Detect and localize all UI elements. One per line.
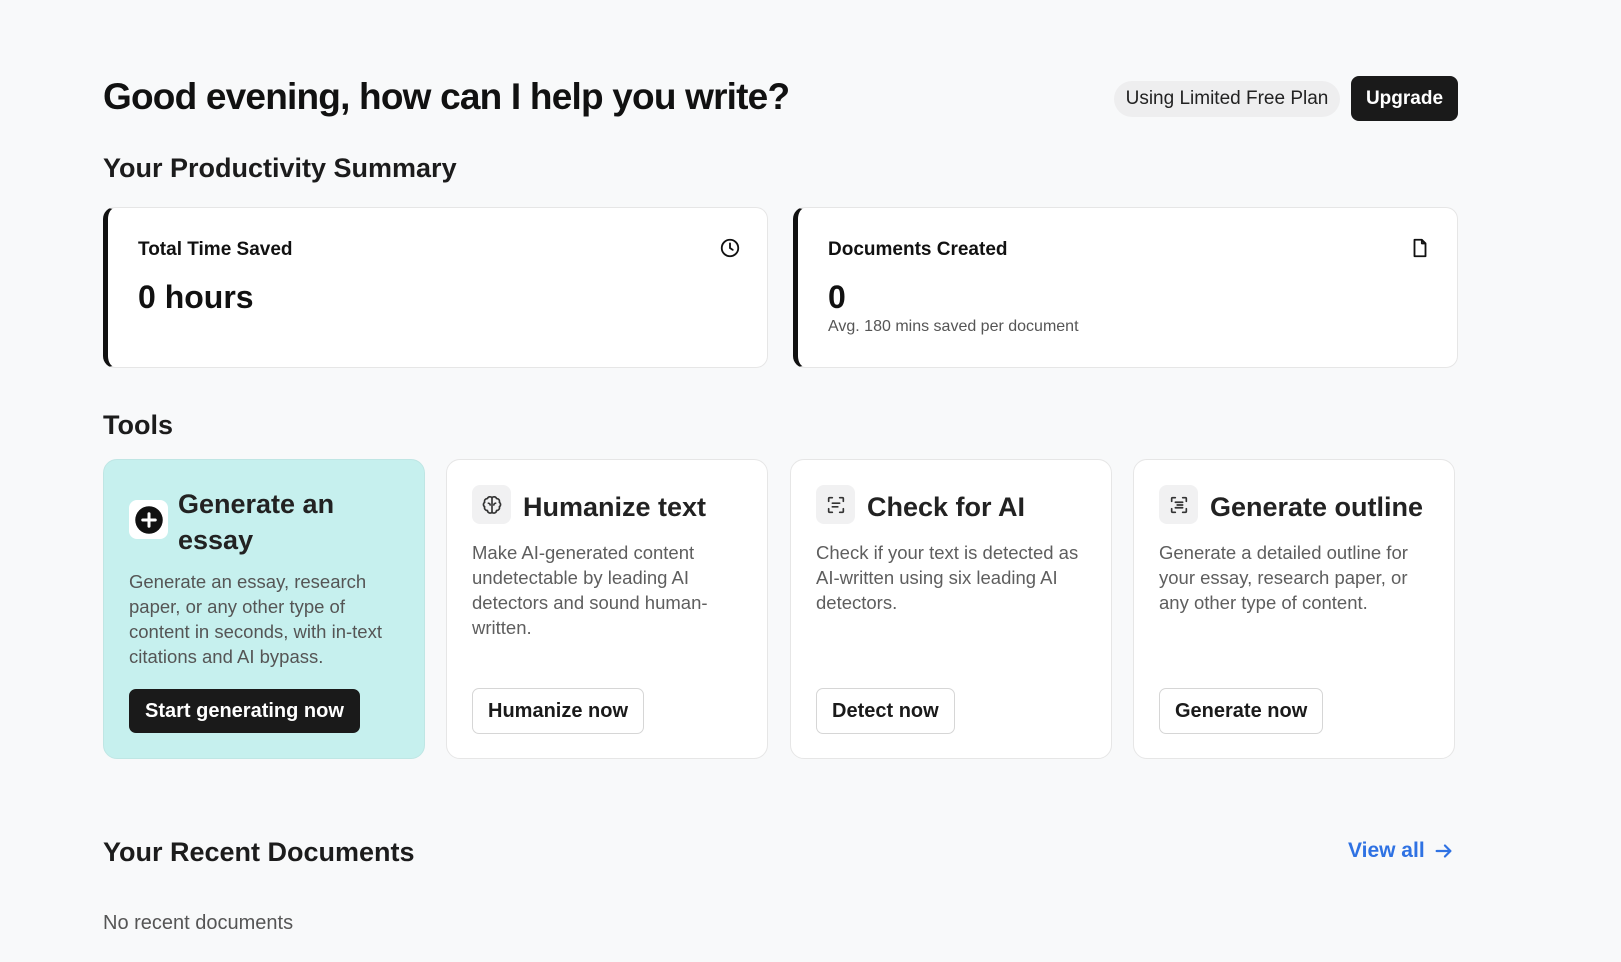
tools-heading: Tools bbox=[103, 410, 173, 440]
tool-card-humanize[interactable]: Humanize text Make AI-generated content … bbox=[446, 459, 768, 759]
documents-created-subtext: Avg. 180 mins saved per document bbox=[828, 318, 1079, 335]
tool-title: Generate an essay bbox=[178, 489, 335, 555]
documents-created-value: 0 bbox=[828, 279, 846, 315]
dashboard-page: Good evening, how can I help you write? … bbox=[0, 0, 1621, 962]
start-generating-button[interactable]: Start generating now bbox=[129, 689, 360, 733]
tool-description: Generate an essay, research paper, or an… bbox=[129, 571, 382, 667]
view-all-link[interactable]: View all bbox=[1348, 839, 1455, 863]
tool-title: Check for AI bbox=[867, 492, 1026, 522]
tool-card-generate-essay[interactable]: Generate an essay Generate an essay, res… bbox=[103, 459, 425, 759]
time-saved-label: Total Time Saved bbox=[138, 239, 293, 260]
tool-description: Generate a detailed outline for your ess… bbox=[1159, 542, 1408, 613]
outline-scan-icon bbox=[1159, 485, 1198, 524]
humanize-now-button[interactable]: Humanize now bbox=[472, 688, 645, 734]
tool-title: Humanize text bbox=[523, 492, 707, 522]
plus-circle-icon bbox=[129, 500, 168, 539]
generate-now-button[interactable]: Generate now bbox=[1159, 688, 1324, 734]
detect-now-button[interactable]: Detect now bbox=[816, 688, 955, 734]
document-icon bbox=[1413, 238, 1427, 258]
clock-icon bbox=[720, 238, 740, 258]
time-saved-value: 0 hours bbox=[138, 279, 254, 315]
tool-title: Generate outline bbox=[1210, 492, 1424, 522]
scan-icon bbox=[816, 485, 855, 524]
no-recent-documents-text: No recent documents bbox=[103, 912, 294, 934]
tool-card-check-ai[interactable]: Check for AI Check if your text is detec… bbox=[790, 459, 1112, 759]
documents-created-label: Documents Created bbox=[828, 239, 1008, 260]
plan-badge: Using Limited Free Plan bbox=[1114, 81, 1340, 117]
brain-icon bbox=[472, 485, 511, 524]
view-all-label: View all bbox=[1348, 839, 1425, 862]
tool-description: Check if your text is detected as AI-wri… bbox=[816, 542, 1079, 613]
recent-documents-heading: Your Recent Documents bbox=[103, 837, 415, 867]
time-saved-card: Total Time Saved 0 hours bbox=[103, 207, 768, 368]
upgrade-button[interactable]: Upgrade bbox=[1351, 76, 1458, 121]
productivity-summary-heading: Your Productivity Summary bbox=[103, 153, 457, 183]
documents-created-card: Documents Created 0 Avg. 180 mins saved … bbox=[793, 207, 1458, 368]
greeting-heading: Good evening, how can I help you write? bbox=[103, 76, 790, 117]
tool-description: Make AI-generated content undetectable b… bbox=[472, 542, 708, 638]
tool-card-generate-outline[interactable]: Generate outline Generate a detailed out… bbox=[1133, 459, 1455, 759]
arrow-right-icon bbox=[1435, 844, 1452, 858]
